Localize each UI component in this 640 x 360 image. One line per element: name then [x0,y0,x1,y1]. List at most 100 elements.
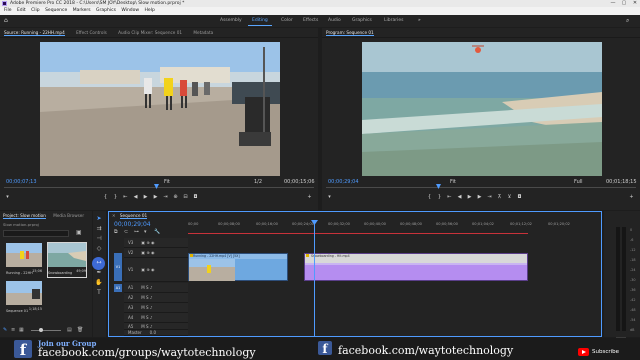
program-time-ruler[interactable] [326,187,636,188]
video-clip-snowboarding[interactable]: Snowboarding - Hit.mp4 [304,253,528,281]
program-fit-select[interactable]: Fit [450,179,456,185]
linked-selection-icon[interactable]: ⊶ [134,229,139,235]
work-area-bar[interactable] [188,233,528,234]
razor-tool-icon[interactable]: ◇ [95,245,103,253]
track-header-a2[interactable]: A2 M S ♪ [124,293,188,303]
timeline-settings-icon[interactable]: 🔧 [154,229,160,235]
source-current-timecode[interactable]: 00;00;07;13 [6,179,37,185]
timeline-time-ruler[interactable]: 00;00 00;00;08;00 00;00;16;00 00;00;24;0… [188,222,598,236]
program-current-timecode[interactable]: 00;00;29;04 [328,179,359,185]
group-url-link[interactable]: facebook.com/groups/waytotechnology [38,346,256,359]
step-forward-icon[interactable]: ▶ [152,194,159,201]
insert-sequence-nest-icon[interactable]: ⧉ [114,229,118,235]
tab-audio-clip-mixer[interactable]: Audio Clip Mixer: Sequence 01 [118,30,182,35]
page-url-link[interactable]: facebook.com/waytotechnology [338,344,513,357]
video-clip-running[interactable]: Running - 22HH.mp4 [V] [5X] [188,253,288,281]
project-search-input[interactable] [3,230,69,237]
workspace-tab-assembly[interactable]: Assembly [220,15,242,27]
workspace-tab-graphics[interactable]: Graphics [352,15,372,27]
workspace-tab-audio[interactable]: Audio [328,15,341,27]
menu-file[interactable]: File [4,8,12,13]
track-header-a3[interactable]: A3 M S ♪ [124,303,188,313]
selection-tool-icon[interactable]: ➤ [95,215,103,223]
menu-sequence[interactable]: Sequence [45,8,67,13]
mark-out-icon[interactable]: } [112,194,119,201]
play-icon[interactable]: ▶ [466,194,473,201]
program-add-button-icon[interactable]: + [628,194,635,201]
tab-project[interactable]: Project: Slow motion [3,213,46,219]
play-icon[interactable]: ▶ [142,194,149,201]
zoom-slider-handle[interactable] [39,328,43,332]
source-patch-video[interactable]: V1 [114,253,122,281]
tab-program[interactable]: Program: Sequence 01 [326,30,374,36]
close-button[interactable]: ✕ [630,0,640,7]
icon-view-icon[interactable]: ▦ [19,327,24,333]
source-settings-icon[interactable]: ▾ [4,194,11,201]
mark-in-icon[interactable]: { [426,194,433,201]
maximize-button[interactable]: ▢ [619,0,629,7]
project-item[interactable]: Running - 22HH 15;06 [6,243,42,277]
step-back-icon[interactable]: ◀ [132,194,139,201]
close-tab-icon[interactable]: ✕ [112,213,116,218]
slip-tool-icon[interactable]: ⇿ [95,259,103,267]
search-icon[interactable]: ⌕ [626,15,629,27]
new-item-icon[interactable]: ▤ [67,327,72,333]
track-select-tool-icon[interactable]: ⇉ [95,225,103,233]
go-to-out-icon[interactable]: ⇥ [162,194,169,201]
project-item[interactable]: Sequence 01 1;18;15 [6,281,42,315]
track-header-a1[interactable]: A1 M S ♪ [124,283,188,293]
type-tool-icon[interactable]: T [95,289,103,297]
master-volume[interactable]: 0.0 [150,330,156,335]
lift-icon[interactable]: ⊼ [496,194,503,201]
source-patch-audio[interactable]: A1 [114,284,122,292]
project-item-selected[interactable]: Snowboarding 49;09 [47,242,87,278]
overwrite-icon[interactable]: ⊟ [182,194,189,201]
list-view-icon[interactable]: ≡ [11,327,15,333]
mark-out-icon[interactable]: } [436,194,443,201]
step-forward-icon[interactable]: ▶ [476,194,483,201]
tab-effect-controls[interactable]: Effect Controls [76,30,107,35]
track-header-a5[interactable]: A5 M S ♪ [124,323,188,330]
program-settings-icon[interactable]: ▾ [326,194,333,201]
timeline-playhead[interactable] [314,222,315,336]
workspace-tab-libraries[interactable]: Libraries [384,15,403,27]
minimize-button[interactable]: — [608,0,618,7]
menu-clip[interactable]: Clip [31,8,40,13]
export-frame-icon[interactable]: ◘ [516,194,523,201]
tab-media-browser[interactable]: Media Browser [53,213,84,218]
trash-icon[interactable]: 🗑 [77,327,83,333]
source-playback-resolution[interactable]: 1/2 [254,179,262,185]
workspace-tab-effects[interactable]: Effects [303,15,318,27]
go-to-in-icon[interactable]: ⇤ [446,194,453,201]
menu-markers[interactable]: Markers [73,8,91,13]
new-bin-icon[interactable]: ▣ [76,229,84,237]
go-to-out-icon[interactable]: ⇥ [486,194,493,201]
track-header-a4[interactable]: A4 M S ♪ [124,313,188,323]
menu-edit[interactable]: Edit [17,8,26,13]
go-to-in-icon[interactable]: ⇤ [122,194,129,201]
step-back-icon[interactable]: ◀ [456,194,463,201]
subscribe-button[interactable]: Subscribe [592,348,619,356]
add-marker-icon[interactable]: ▾ [144,229,147,235]
source-video-frame[interactable] [40,42,280,176]
more-workspaces-icon[interactable]: » [418,15,421,27]
tab-source[interactable]: Source: Running - 22HH.mp4 [4,30,65,36]
track-header-v2[interactable]: V2 ▣ ⊕ ◉ [124,248,188,258]
hand-tool-icon[interactable]: ✋ [95,279,103,287]
home-icon[interactable]: ⌂ [4,15,8,27]
tab-metadata[interactable]: Metadata [193,30,213,35]
insert-icon[interactable]: ⊕ [172,194,179,201]
workspace-tab-color[interactable]: Color [281,15,293,27]
menu-graphics[interactable]: Graphics [96,8,116,13]
snap-icon[interactable]: ⊂ [124,229,128,235]
source-fit-select[interactable]: Fit [164,179,170,185]
program-playback-resolution[interactable]: Full [574,179,583,185]
source-add-button-icon[interactable]: + [306,194,313,201]
source-time-ruler[interactable] [4,187,314,188]
track-header-master[interactable]: Master 0.0 [124,330,188,336]
tab-sequence-01[interactable]: Sequence 01 [119,213,148,219]
track-header-v3[interactable]: V3 ▣ ⊕ ◉ [124,238,188,248]
track-header-v1[interactable]: V1 ▣ ⊕ ◉ [124,258,188,282]
ripple-edit-tool-icon[interactable]: ⊣ [95,235,103,243]
writable-icon[interactable]: ✎ [3,327,7,333]
